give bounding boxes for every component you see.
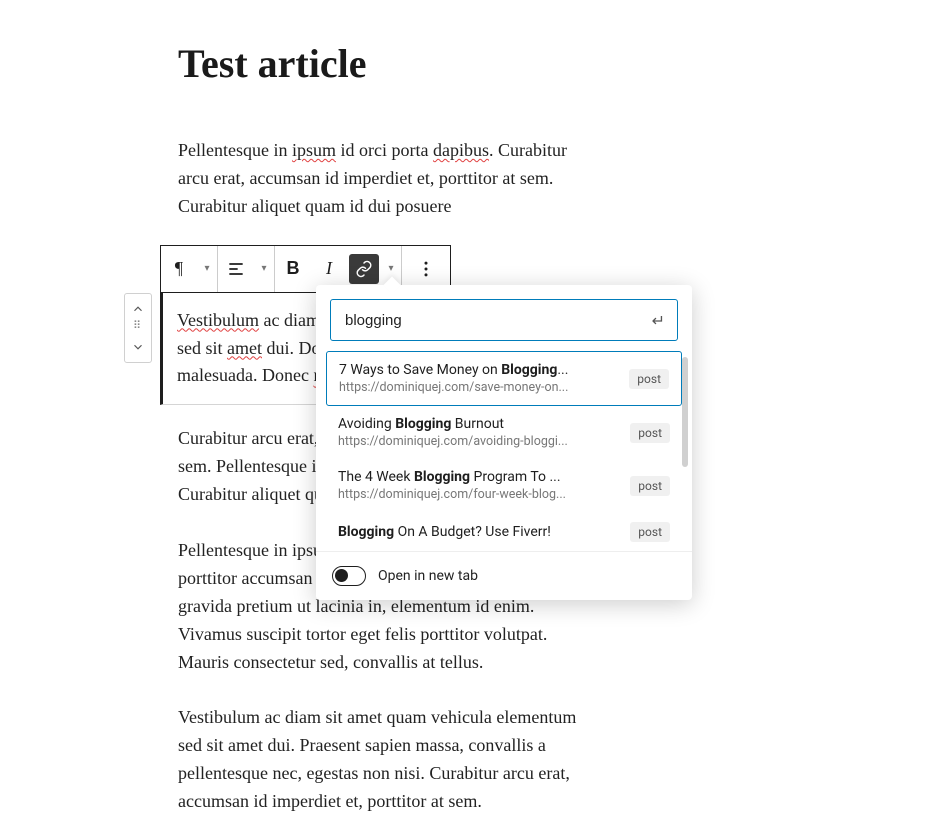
- paragraph-1: Pellentesque in ipsum id orci porta dapi…: [178, 137, 600, 221]
- move-up-button[interactable]: [125, 298, 151, 320]
- search-result[interactable]: Avoiding Blogging Burnout https://domini…: [326, 406, 682, 459]
- result-title: 7 Ways to Save Money on Blogging...: [339, 362, 619, 378]
- align-button[interactable]: [218, 246, 254, 292]
- bold-button[interactable]: B: [275, 246, 311, 292]
- search-result[interactable]: 7 Ways to Save Money on Blogging... http…: [326, 351, 682, 406]
- popover-footer: Open in new tab: [316, 551, 692, 600]
- move-down-button[interactable]: [125, 336, 151, 358]
- result-badge: post: [630, 522, 670, 542]
- open-new-tab-toggle[interactable]: [332, 566, 366, 586]
- result-url: https://dominiquej.com/save-money-on...: [339, 380, 619, 395]
- search-result[interactable]: The 4 Week Blogging Program To ... https…: [326, 459, 682, 512]
- enter-icon[interactable]: ↵: [652, 311, 665, 330]
- search-result[interactable]: Blogging On A Budget? Use Fiverr! post: [326, 512, 682, 551]
- result-badge: post: [629, 369, 669, 389]
- result-title: Avoiding Blogging Burnout: [338, 416, 620, 432]
- scrollbar-thumb[interactable]: [682, 357, 688, 467]
- link-search-input[interactable]: [343, 311, 652, 330]
- link-button[interactable]: [349, 254, 379, 284]
- paragraph-5: Vestibulum ac diam sit amet quam vehicul…: [178, 704, 600, 816]
- align-dropdown[interactable]: ▾: [254, 246, 274, 292]
- result-title: The 4 Week Blogging Program To ...: [338, 469, 620, 485]
- link-search-field: ↵: [330, 299, 678, 341]
- block-type-button[interactable]: ¶: [161, 246, 197, 292]
- block-type-dropdown[interactable]: ▾: [197, 246, 217, 292]
- block-mover: ⠿: [124, 293, 152, 363]
- result-badge: post: [630, 476, 670, 496]
- result-title: Blogging On A Budget? Use Fiverr!: [338, 524, 620, 540]
- search-results: 7 Ways to Save Money on Blogging... http…: [316, 351, 692, 551]
- result-badge: post: [630, 423, 670, 443]
- result-url: https://dominiquej.com/four-week-blog...: [338, 487, 620, 502]
- open-new-tab-label: Open in new tab: [378, 568, 478, 584]
- result-url: https://dominiquej.com/avoiding-bloggi..…: [338, 434, 620, 449]
- drag-handle-icon[interactable]: ⠿: [133, 320, 143, 336]
- link-popover: ↵ 7 Ways to Save Money on Blogging... ht…: [316, 285, 692, 600]
- page-title: Test article: [178, 40, 600, 87]
